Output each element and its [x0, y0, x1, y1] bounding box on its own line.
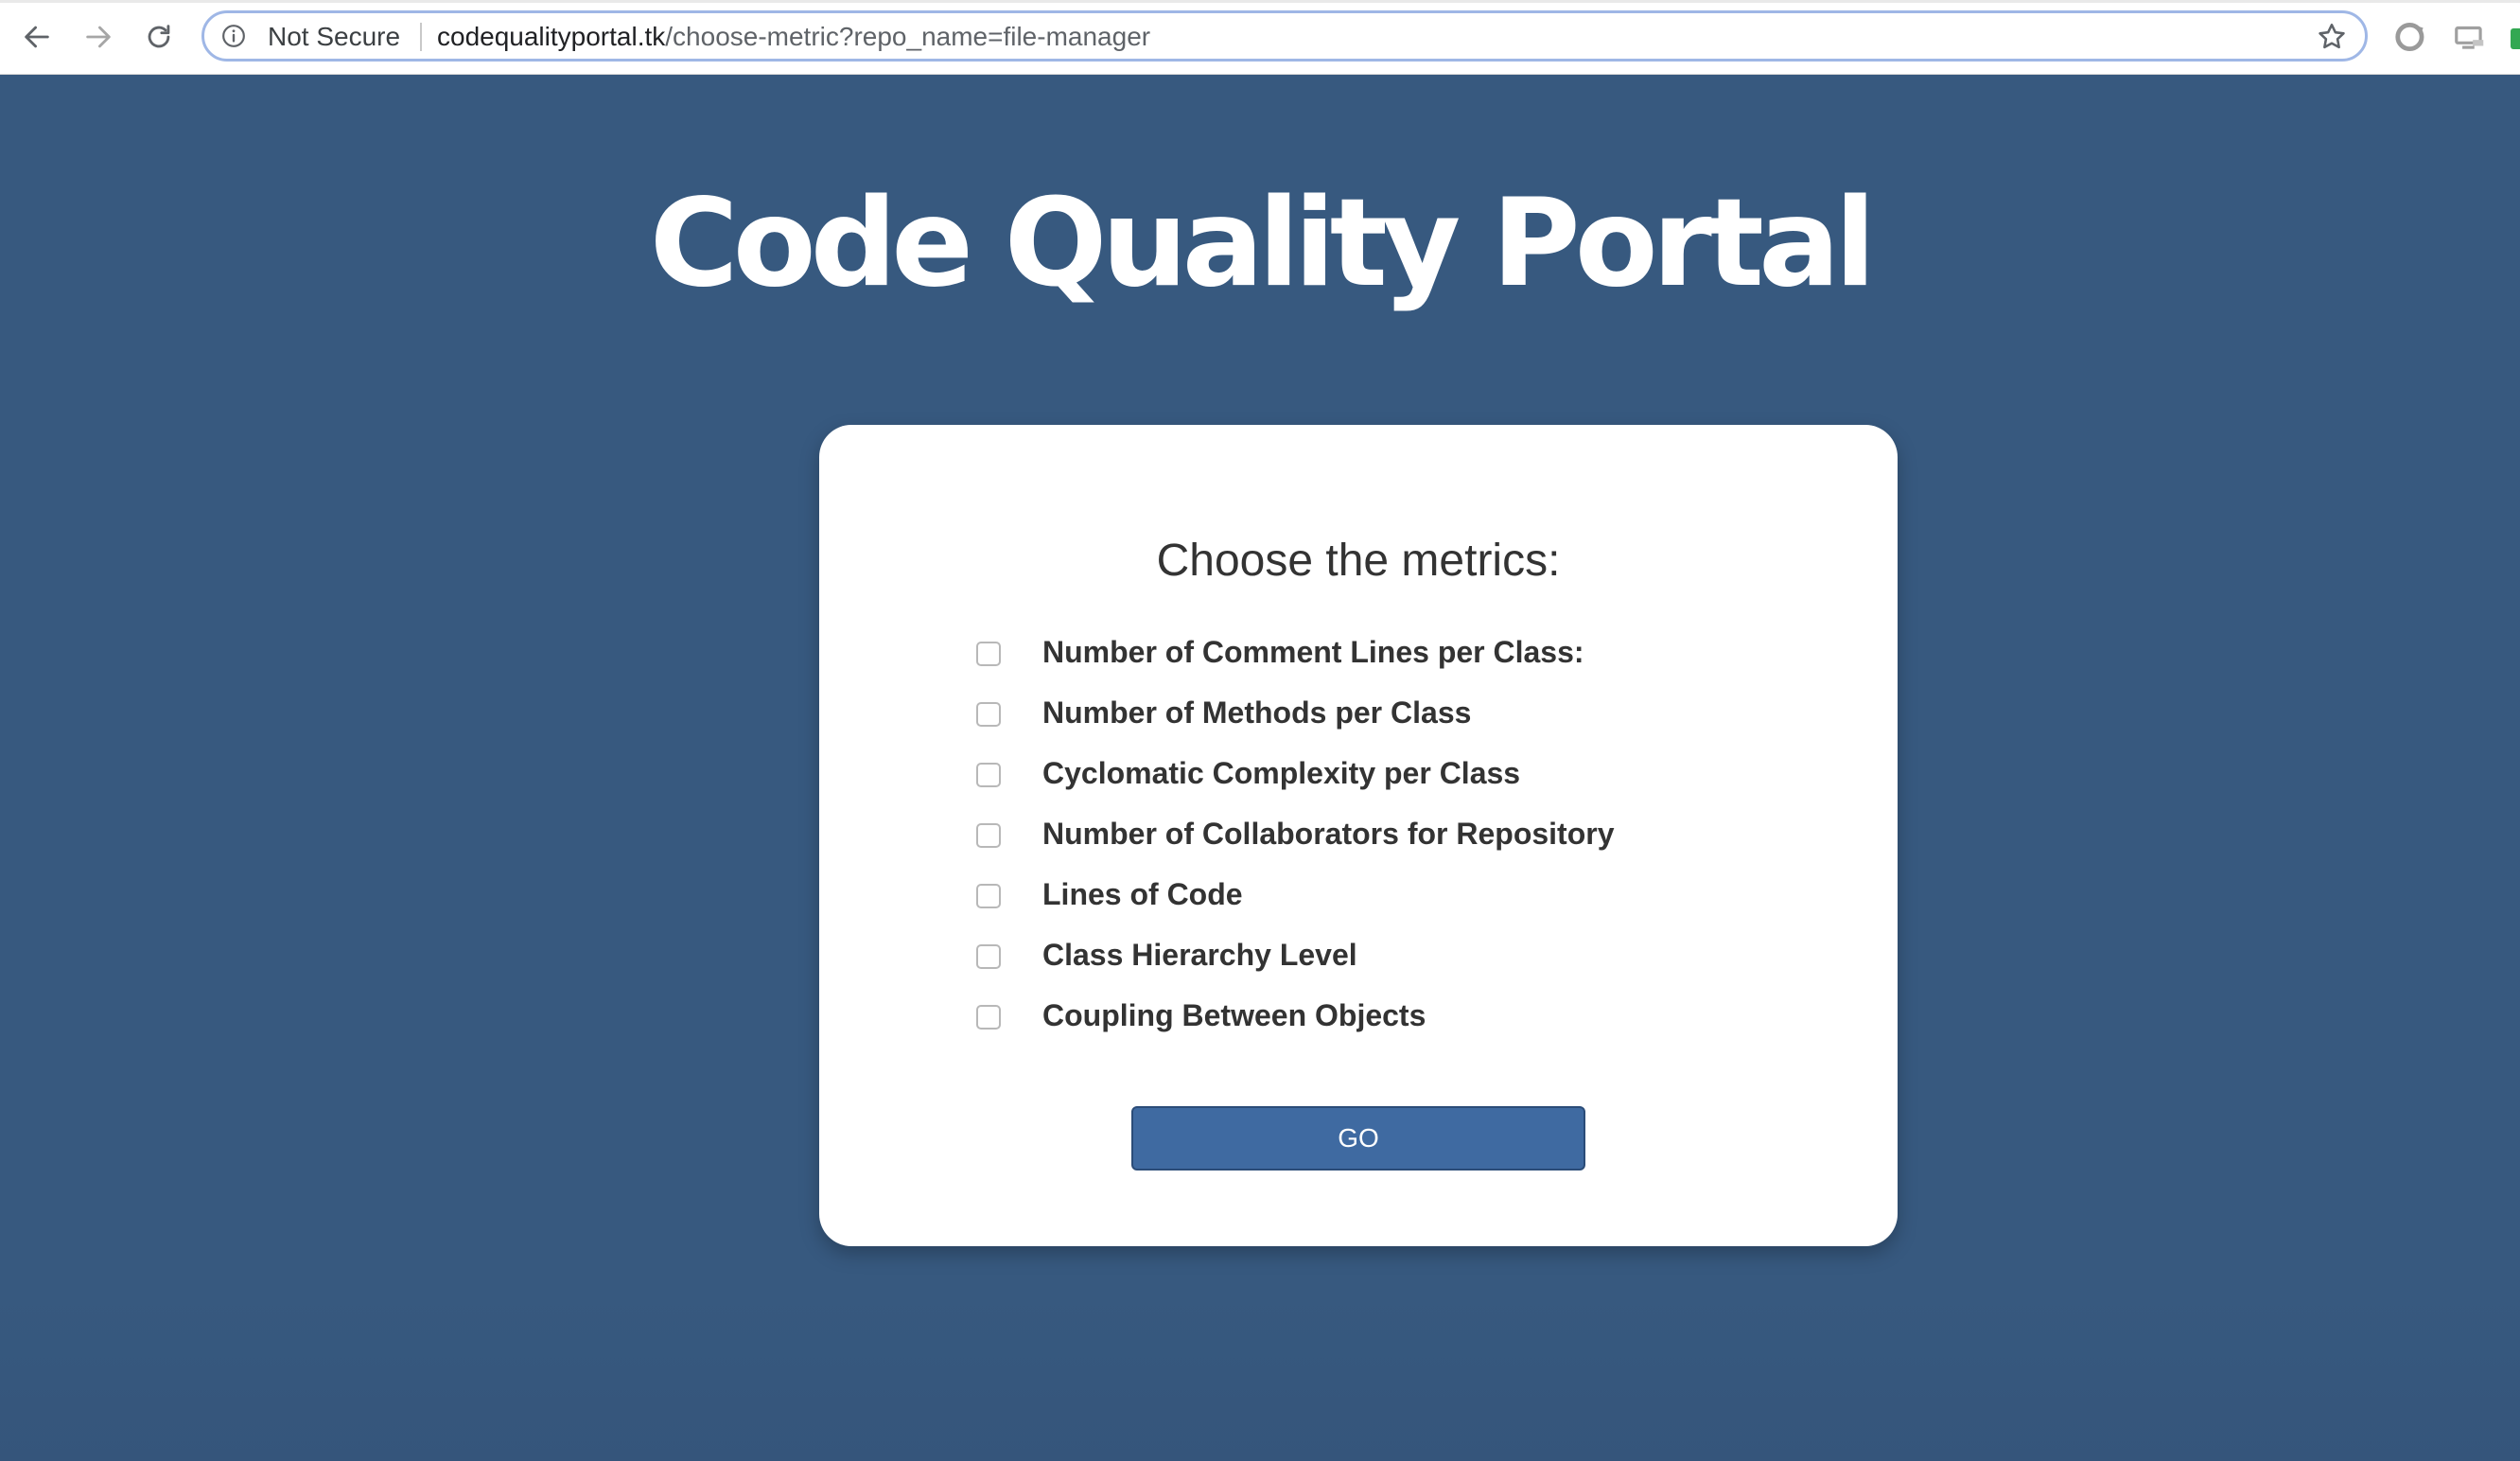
metric-label: Coupling Between Objects — [1042, 997, 1426, 1032]
extension-cast-icon[interactable] — [2452, 19, 2488, 55]
page-title: Code Quality Portal — [649, 173, 1876, 314]
metrics-list: Number of Comment Lines per Class: Numbe… — [976, 622, 1615, 1046]
reload-icon — [148, 25, 170, 48]
arrow-right-icon — [86, 26, 111, 48]
bookmark-star-icon[interactable] — [2316, 21, 2348, 53]
checkbox[interactable] — [976, 1005, 1001, 1030]
checkbox[interactable] — [976, 642, 1001, 666]
metric-label: Number of Comment Lines per Class: — [1042, 634, 1584, 669]
security-label[interactable]: Not Secure — [268, 21, 400, 53]
url-text[interactable]: codequalityportal.tk/choose-metric?repo_… — [437, 21, 1150, 53]
metric-label: Lines of Code — [1042, 876, 1243, 911]
metric-option-class-hierarchy[interactable]: Class Hierarchy Level — [976, 924, 1615, 985]
go-button[interactable]: GO — [1131, 1106, 1585, 1171]
metric-option-comment-lines[interactable]: Number of Comment Lines per Class: — [976, 622, 1615, 682]
card-heading: Choose the metrics: — [1156, 536, 1561, 586]
info-icon[interactable] — [221, 24, 246, 48]
browser-toolbar: Not Secure codequalityportal.tk/choose-m… — [0, 0, 2520, 75]
metrics-card: Choose the metrics: Number of Comment Li… — [819, 425, 1898, 1246]
metric-option-cyclomatic-complexity[interactable]: Cyclomatic Complexity per Class — [976, 743, 1615, 803]
forward-button[interactable] — [79, 17, 118, 57]
metric-label: Number of Collaborators for Repository — [1042, 816, 1615, 851]
tab-strip — [0, 0, 2520, 3]
reload-button[interactable] — [139, 17, 179, 57]
metric-label: Class Hierarchy Level — [1042, 937, 1357, 972]
metric-label: Cyclomatic Complexity per Class — [1042, 755, 1521, 790]
extension-edge-icon[interactable] — [2511, 28, 2520, 49]
checkbox[interactable] — [976, 884, 1001, 908]
page-body: Code Quality Portal Choose the metrics: … — [0, 75, 2520, 1461]
address-bar[interactable]: Not Secure codequalityportal.tk/choose-m… — [201, 10, 2368, 62]
extension-refresh-icon[interactable] — [2393, 19, 2429, 55]
arrow-left-icon — [25, 26, 49, 48]
checkbox[interactable] — [976, 823, 1001, 848]
checkbox[interactable] — [976, 763, 1001, 787]
checkbox[interactable] — [976, 702, 1001, 727]
checkbox[interactable] — [976, 944, 1001, 969]
metric-option-coupling[interactable]: Coupling Between Objects — [976, 985, 1615, 1046]
metric-option-methods[interactable]: Number of Methods per Class — [976, 682, 1615, 743]
url-path: /choose-metric?repo_name=file-manager — [665, 22, 1151, 51]
back-button[interactable] — [17, 17, 57, 57]
metric-label: Number of Methods per Class — [1042, 695, 1472, 730]
url-divider — [420, 23, 422, 51]
metric-option-lines-of-code[interactable]: Lines of Code — [976, 864, 1615, 924]
metric-option-collaborators[interactable]: Number of Collaborators for Repository — [976, 803, 1615, 864]
url-host: codequalityportal.tk — [437, 22, 666, 51]
